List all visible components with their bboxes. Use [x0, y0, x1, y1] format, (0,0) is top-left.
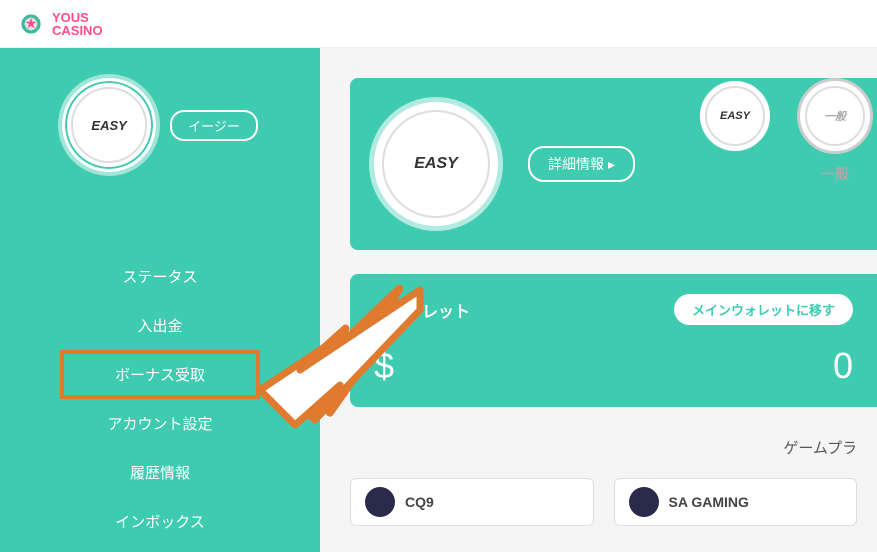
- wallet-title: ンウォレット: [374, 298, 470, 322]
- menu-history[interactable]: 履歴情報: [0, 448, 320, 497]
- profile-chip: EASY: [62, 78, 156, 172]
- chip-caption: イージー: [707, 164, 763, 184]
- menu-deposit[interactable]: 入出金: [0, 301, 320, 350]
- logo[interactable]: YOUS CASINO: [16, 9, 103, 39]
- chip-label: EASY: [720, 110, 750, 122]
- profile-section: EASY イージー: [0, 78, 320, 172]
- chevron-right-icon: ▸: [608, 156, 615, 173]
- logo-line2: CASINO: [52, 24, 103, 37]
- menu-status[interactable]: ステータス: [0, 252, 320, 301]
- chip-label: 一般: [824, 108, 846, 124]
- logo-line1: YOUS: [52, 11, 103, 24]
- platform-sa[interactable]: SA GAMING: [614, 478, 858, 526]
- chip-option-easy[interactable]: EASY イージー: [697, 78, 773, 184]
- chip-caption: 一般: [821, 164, 849, 184]
- wallet-card: ンウォレット メインウォレットに移す $ 0: [350, 274, 877, 407]
- chip-label: EASY: [91, 118, 126, 133]
- platform-icon: [629, 487, 659, 517]
- platform-name: SA GAMING: [669, 494, 749, 510]
- chip-options-panel: EASY イージー 一般 一般: [697, 78, 877, 204]
- detail-button-label: 詳細情報: [548, 154, 604, 174]
- platform-section: ゲームプラ CQ9 SA GAMING: [350, 437, 877, 526]
- wallet-amount: 0: [833, 345, 853, 387]
- platform-title: ゲームプラ: [350, 437, 857, 458]
- profile-badge: イージー: [170, 110, 258, 141]
- menu-bonus[interactable]: ボーナス受取: [60, 350, 260, 399]
- chip-icon: 一般: [797, 78, 873, 154]
- platform-name: CQ9: [405, 494, 434, 510]
- chip-icon: EASY: [697, 78, 773, 154]
- sidebar: EASY イージー ステータス 入出金 ボーナス受取 アカウント設定 履歴情報 …: [0, 48, 320, 552]
- sidebar-menu: ステータス 入出金 ボーナス受取 アカウント設定 履歴情報 インボックス: [0, 252, 320, 546]
- platform-icon: [365, 487, 395, 517]
- detail-button[interactable]: 詳細情報 ▸: [528, 146, 635, 182]
- transfer-button[interactable]: メインウォレットに移す: [674, 294, 853, 325]
- currency-symbol: $: [374, 345, 394, 387]
- chip-option-general[interactable]: 一般 一般: [797, 78, 873, 184]
- status-chip-label: EASY: [414, 155, 458, 173]
- menu-inbox[interactable]: インボックス: [0, 497, 320, 546]
- header: YOUS CASINO: [0, 0, 877, 48]
- logo-text: YOUS CASINO: [52, 11, 103, 37]
- platform-cq9[interactable]: CQ9: [350, 478, 594, 526]
- status-chip: EASY: [374, 102, 498, 226]
- menu-account[interactable]: アカウント設定: [0, 399, 320, 448]
- logo-icon: [16, 9, 46, 39]
